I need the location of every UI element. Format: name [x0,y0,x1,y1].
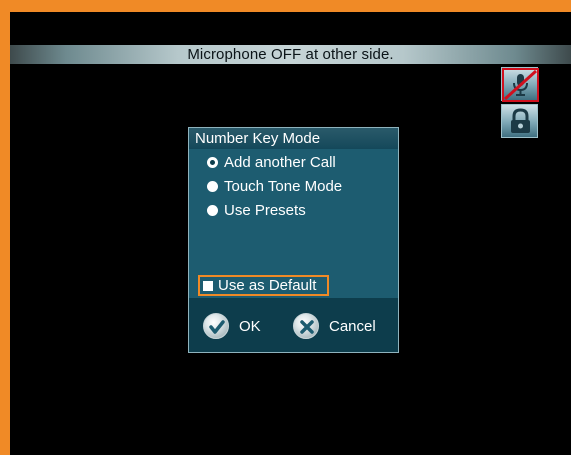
option-use-presets[interactable]: Use Presets [207,199,306,221]
number-key-mode-dialog: Number Key Mode Add another Call Touch T… [188,127,399,353]
dialog-button-row: OK Cancel [189,300,398,352]
radio-selected-icon [207,156,218,168]
microphone-muted-icon [501,67,539,102]
dialog-title: Number Key Mode [189,128,398,149]
checkbox-icon [203,280,213,291]
ok-label: OK [239,317,261,335]
option-label: Add another Call [224,153,336,171]
checkbox-label: Use as Default [218,277,317,294]
use-as-default-checkbox[interactable]: Use as Default [198,275,329,296]
screen: Microphone OFF at other side. Number Key… [10,12,571,455]
option-label: Touch Tone Mode [224,177,343,195]
cancel-label: Cancel [329,317,376,335]
option-label: Use Presets [224,201,306,219]
checkmark-icon [203,313,229,339]
radio-unselected-icon [207,204,218,216]
outer-frame: Microphone OFF at other side. Number Key… [0,0,571,455]
option-add-another-call[interactable]: Add another Call [207,151,336,173]
ok-button[interactable]: OK [203,313,261,339]
close-icon [293,313,319,339]
radio-unselected-icon [207,180,218,192]
lock-icon [501,104,538,138]
cancel-button[interactable]: Cancel [293,313,376,339]
option-touch-tone-mode[interactable]: Touch Tone Mode [207,175,342,197]
status-banner: Microphone OFF at other side. [10,45,571,64]
